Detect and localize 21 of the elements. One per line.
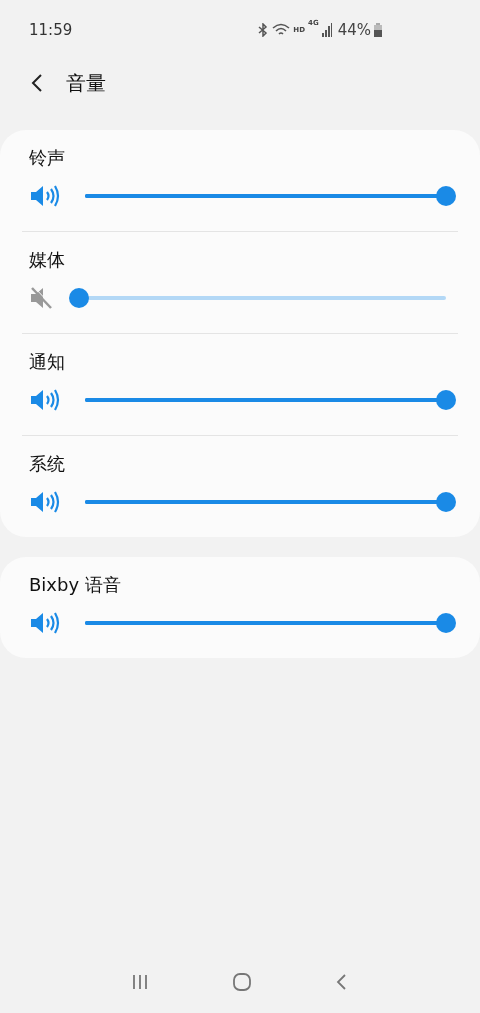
volume-label: 系统 — [29, 452, 66, 476]
battery-icon — [374, 23, 382, 37]
recent-apps-icon[interactable] — [131, 974, 150, 990]
speaker-icon[interactable] — [29, 184, 61, 208]
wifi-icon — [272, 23, 291, 37]
volume-label: 媒体 — [29, 248, 66, 272]
back-nav-icon[interactable] — [334, 973, 349, 991]
page-title: 音量 — [66, 69, 106, 97]
back-icon[interactable] — [30, 73, 44, 93]
battery-percent: 44% — [337, 21, 371, 39]
clock: 11:59 — [29, 21, 73, 39]
speaker-icon[interactable] — [29, 490, 61, 514]
volume-label: 铃声 — [29, 146, 66, 170]
speaker-icon[interactable] — [29, 388, 61, 412]
muted-speaker-icon[interactable] — [29, 286, 55, 310]
volume-label: 通知 — [29, 350, 66, 374]
volume-label: Bixby 语音 — [29, 573, 122, 597]
speaker-icon[interactable] — [29, 611, 61, 635]
signal-icon — [321, 23, 332, 37]
home-icon[interactable] — [232, 973, 252, 991]
bluetooth-icon — [257, 23, 270, 37]
